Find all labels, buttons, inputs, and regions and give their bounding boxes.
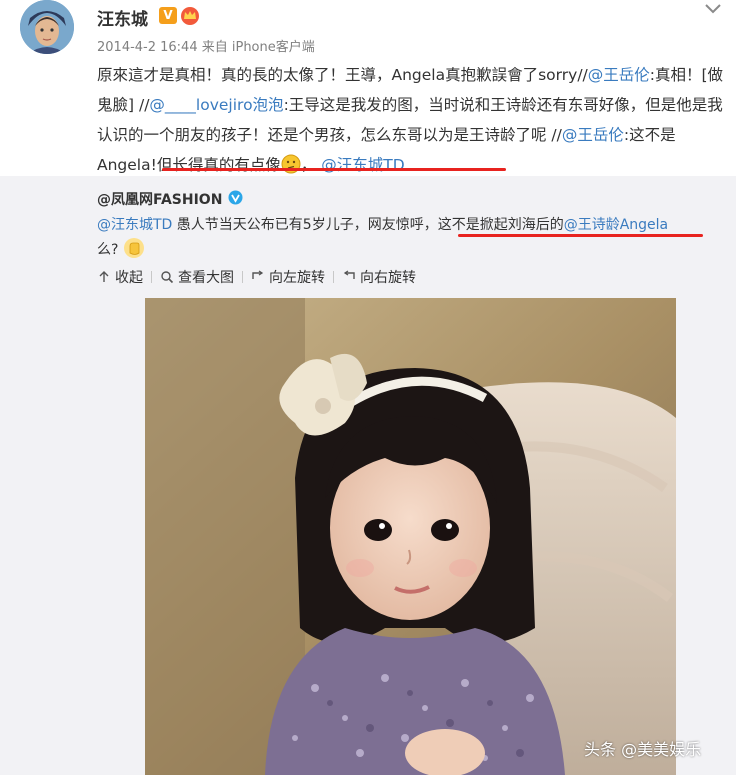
rotate-left-button[interactable]: 向左旋转 [251,267,325,287]
repost-author[interactable]: @凤凰网FASHION [97,189,222,209]
mention-link[interactable]: @____lovejiro泡泡 [149,96,283,114]
mention-link[interactable]: @王诗龄Angela [564,217,668,233]
hand-emoji-icon [123,237,145,259]
post-photo[interactable] [145,298,676,775]
action-label: 向左旋转 [269,270,325,286]
action-label: 查看大图 [178,270,234,286]
repost-card: @凤凰网FASHION @汪东城TD 愚人节当天公布已有5岁儿子，网友惊呼，这不… [0,176,736,775]
mention-link[interactable]: @汪东城TD [321,156,404,174]
post-text: 原來這才是真相！真的長的太像了！王導，Angela真抱歉誤會了sorry//@王… [97,60,727,180]
divider [151,271,152,283]
repost-text-part: 愚人节当天公布已有5岁儿子，网友惊呼， [172,217,438,233]
mention-link[interactable]: @王岳伦 [588,66,650,84]
collapse-icon [99,271,109,282]
member-crown-icon [180,6,200,26]
rotate-right-button[interactable]: 向右旋转 [342,267,416,287]
divider [333,271,334,283]
username[interactable]: 汪东城 [97,5,148,30]
mention-link[interactable]: @王岳伦 [562,126,624,144]
highlight-underline [458,234,703,237]
verified-v-icon [228,190,243,205]
view-large-image-button[interactable]: 查看大图 [160,267,234,287]
repost-text: @汪东城TD 愚人节当天公布已有5岁儿子，网友惊呼，这不是掀起刘海后的@王诗龄A… [97,213,712,262]
verified-badge: V [159,7,177,24]
rotate-left-icon [252,270,264,279]
rotate-right-icon [343,270,355,279]
user-avatar[interactable] [20,0,74,54]
collapse-button[interactable]: 收起 [97,267,143,287]
post-meta: 2014-4-2 16:44 来自 iPhone客户端 [97,40,315,55]
mention-link[interactable]: @汪东城TD [97,217,172,233]
action-label: 收起 [115,270,143,286]
thinking-emoji-icon [281,154,301,174]
repost-text-part: 这不是掀起刘海后的 [437,217,564,233]
watermark: 头条 @美美娱乐 [584,740,702,759]
image-toolbar: 收起 查看大图 向左旋转 向右旋转 [97,267,416,287]
action-label: 向右旋转 [360,270,416,286]
highlight-underline [162,168,506,171]
chevron-down-icon[interactable] [704,0,722,14]
magnifier-icon [161,271,174,284]
divider [242,271,243,283]
repost-text-part: 么? [97,242,119,258]
post-text-part: 原來這才是真相！真的長的太像了！王導，Angela真抱歉誤會了sorry// [97,66,588,84]
post-text-part: ， [300,156,317,174]
